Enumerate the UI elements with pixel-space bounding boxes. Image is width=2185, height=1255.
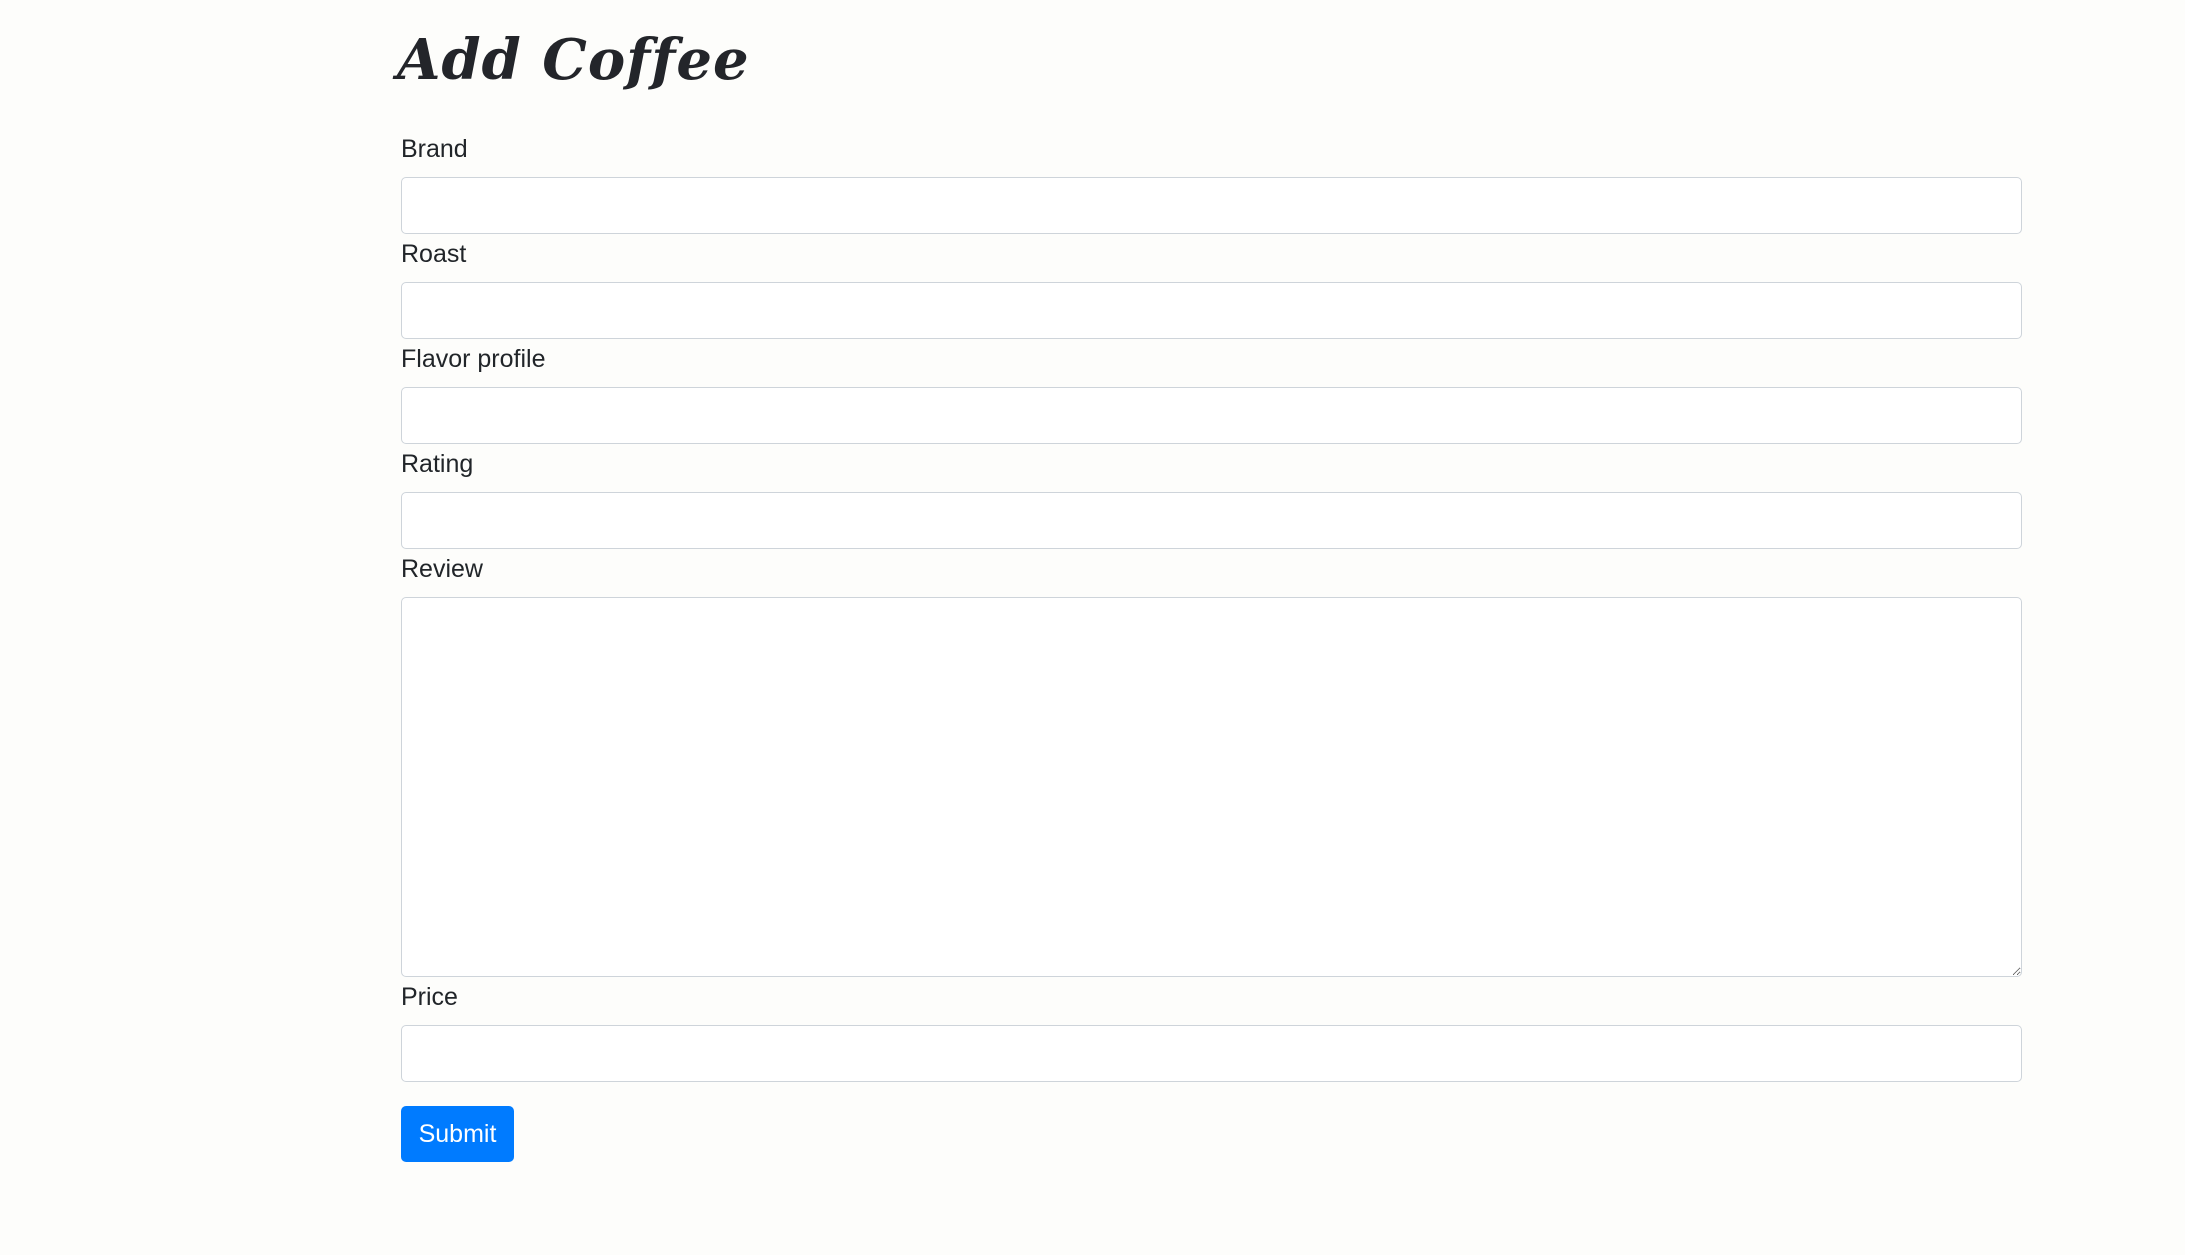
rating-label: Rating bbox=[401, 450, 474, 478]
brand-input[interactable] bbox=[401, 177, 2022, 234]
roast-input[interactable] bbox=[401, 282, 2022, 339]
submit-button[interactable]: Submit bbox=[401, 1106, 514, 1162]
roast-label: Roast bbox=[401, 240, 467, 268]
rating-input[interactable] bbox=[401, 492, 2022, 549]
review-label: Review bbox=[401, 555, 483, 583]
price-input[interactable] bbox=[401, 1025, 2022, 1082]
flavor-profile-input[interactable] bbox=[401, 387, 2022, 444]
brand-label: Brand bbox=[401, 135, 468, 163]
flavor-profile-label: Flavor profile bbox=[401, 345, 546, 373]
page-title: Add Coffee bbox=[397, 27, 750, 93]
price-label: Price bbox=[401, 983, 458, 1011]
review-textarea[interactable] bbox=[401, 597, 2022, 977]
